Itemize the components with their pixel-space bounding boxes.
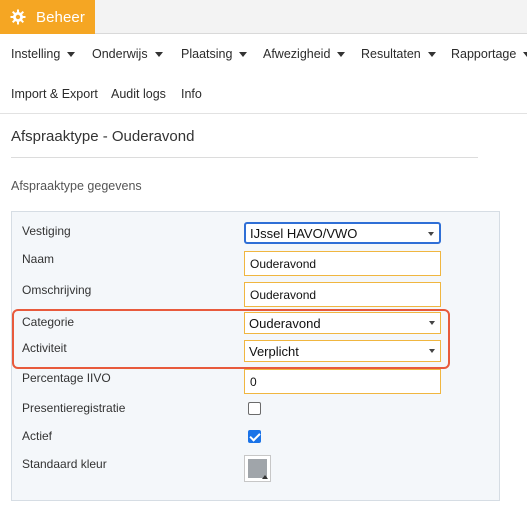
nav-item-info[interactable]: Info — [181, 87, 202, 101]
nav-item-label: Resultaten — [361, 47, 421, 61]
categorie-select[interactable]: Ouderavond — [244, 312, 441, 334]
nav-item-label: Afwezigheid — [263, 47, 331, 61]
naam-input[interactable]: Ouderavond — [244, 251, 441, 276]
dropdown-arrow-icon — [428, 232, 434, 236]
activiteit-select[interactable]: Verplicht — [244, 340, 441, 362]
vestiging-select[interactable]: IJssel HAVO/VWO — [244, 222, 441, 244]
nav-item-onderwijs[interactable]: Onderwijs — [92, 47, 163, 61]
nav-item-resultaten[interactable]: Resultaten — [361, 47, 436, 61]
page-title: Afspraaktype - Ouderavond — [11, 128, 195, 145]
presentieregistratie-label: Presentieregistratie — [22, 401, 126, 415]
presentieregistratie-checkbox[interactable] — [248, 402, 261, 415]
activiteit-label: Activiteit — [22, 341, 67, 355]
section-title: Afspraaktype gegevens — [11, 179, 142, 193]
chevron-down-icon — [427, 51, 436, 57]
nav-item-label: Plaatsing — [181, 47, 233, 61]
color-picker-arrow-icon — [262, 475, 268, 479]
vestiging-label: Vestiging — [22, 224, 71, 238]
nav-item-label: Import & Export — [11, 87, 98, 101]
omschrijving-label: Omschrijving — [22, 283, 92, 297]
color-picker-button[interactable] — [244, 455, 271, 482]
app-title: Beheer — [36, 8, 85, 26]
chevron-down-icon — [523, 51, 527, 57]
categorie-label: Categorie — [22, 315, 75, 329]
standaard-kleur-label: Standaard kleur — [22, 457, 107, 471]
activiteit-select-value: Verplicht — [249, 343, 299, 359]
nav-item-audit-logs[interactable]: Audit logs — [111, 87, 166, 101]
actief-checkbox[interactable] — [248, 430, 261, 443]
chevron-down-icon — [239, 51, 248, 57]
app-tab-beheer[interactable]: Beheer — [0, 0, 95, 34]
dropdown-arrow-icon — [429, 321, 435, 325]
nav-item-instelling[interactable]: Instelling — [11, 47, 76, 61]
naam-label: Naam — [22, 252, 55, 266]
actief-label: Actief — [22, 429, 53, 443]
nav-item-label: Onderwijs — [92, 47, 148, 61]
title-divider — [11, 157, 478, 158]
dropdown-arrow-icon — [429, 349, 435, 353]
nav-item-label: Audit logs — [111, 87, 166, 101]
nav-item-rapportage[interactable]: Rapportage — [451, 47, 527, 61]
percentage-iivo-input[interactable]: 0 — [244, 369, 441, 394]
categorie-select-value: Ouderavond — [249, 315, 321, 331]
main-navigation: Instelling Onderwijs Plaatsing Afwezighe… — [0, 34, 527, 114]
omschrijving-input[interactable]: Ouderavond — [244, 282, 441, 307]
percentage-iivo-label: Percentage IIVO — [22, 371, 111, 385]
chevron-down-icon — [67, 51, 76, 57]
vestiging-select-value: IJssel HAVO/VWO — [250, 225, 358, 241]
top-bar: Beheer — [0, 0, 527, 34]
nav-item-label: Rapportage — [451, 47, 517, 61]
nav-item-import-export[interactable]: Import & Export — [11, 87, 98, 101]
chevron-down-icon — [337, 51, 346, 57]
nav-item-plaatsing[interactable]: Plaatsing — [181, 47, 248, 61]
nav-item-label: Info — [181, 87, 202, 101]
nav-item-label: Instelling — [11, 47, 61, 61]
nav-item-afwezigheid[interactable]: Afwezigheid — [263, 47, 346, 61]
gear-icon — [10, 9, 26, 25]
chevron-down-icon — [154, 51, 163, 57]
